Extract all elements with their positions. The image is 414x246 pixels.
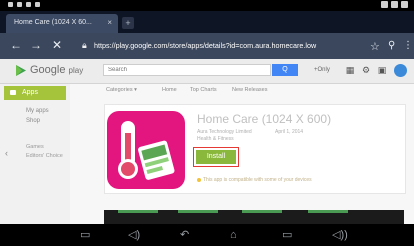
sidebar-item-label: Apps [22, 89, 38, 96]
menu-icon[interactable]: ⋮ [403, 40, 413, 51]
forward-arrow-icon[interactable]: → [30, 38, 42, 52]
browser-toolbar: ← → ✕ 🔒︎ https://play.google.com/store/a… [0, 33, 414, 59]
back-arrow-icon[interactable]: ← [10, 38, 22, 52]
sidebar-sublink-games[interactable]: Games [26, 144, 44, 150]
developer-link[interactable]: Aura Technology Limited [197, 129, 252, 135]
screenshot-thumb[interactable] [118, 210, 158, 213]
home-icon[interactable]: ⌂ [230, 228, 237, 242]
sidebar-sublink-editors-choice[interactable]: Editors' Choice [26, 153, 63, 159]
notification-icon [26, 2, 31, 7]
screenshot-thumb[interactable] [242, 210, 282, 213]
wifi-icon [391, 1, 398, 8]
system-icons [381, 1, 408, 8]
screenshot-strip[interactable] [104, 210, 404, 224]
warning-icon [197, 177, 201, 182]
status-bar [0, 0, 414, 11]
screenshot-thumb[interactable] [308, 210, 348, 213]
thermometer-pill-icon [118, 121, 175, 180]
close-icon[interactable]: ✕ [52, 38, 62, 52]
logo-text: Google [30, 64, 66, 76]
google-play-wordmark[interactable]: Google play [30, 64, 83, 76]
sidebar-link-shop[interactable]: Shop [26, 118, 40, 124]
bluetooth-icon [381, 1, 388, 8]
compatibility-warning: This app is compatible with some of your… [197, 177, 312, 183]
subnav-top-charts[interactable]: Top Charts [190, 87, 217, 93]
search-icon[interactable]: ⚲ [388, 40, 395, 51]
subnav-new-releases[interactable]: New Releases [232, 87, 267, 93]
recents-icon[interactable]: ▭ [282, 228, 292, 242]
google-play-logo-icon[interactable] [16, 65, 26, 76]
lock-icon: 🔒︎ [82, 40, 87, 50]
settings-gear-icon[interactable]: ⚙ [361, 65, 371, 75]
sidebar-item-apps[interactable]: Apps [4, 86, 66, 100]
browser-tab[interactable]: Home Care (1024 X 60... × [6, 14, 118, 33]
app-icon [107, 111, 185, 189]
apps-grid-icon[interactable]: ▦ [345, 65, 355, 75]
warning-text: This app is compatible with some of your… [203, 177, 312, 183]
tab-title: Home Care (1024 X 60... [14, 19, 92, 26]
search-input[interactable] [103, 64, 271, 76]
notification-icon [17, 2, 22, 7]
url-text: https://play.google.com/store/apps/detai… [94, 41, 317, 50]
back-icon[interactable]: ↶ [180, 228, 189, 242]
notification-icon [8, 2, 13, 7]
android-nav-bar: ▭ ◁) ↶ ⌂ ▭ ◁)) [0, 224, 414, 246]
logo-small-text: play [68, 66, 84, 75]
app-title: Home Care (1024 X 600) [197, 112, 332, 126]
avatar[interactable] [394, 64, 407, 77]
battery-icon [401, 1, 408, 8]
volume-up-icon[interactable]: ◁)) [332, 228, 348, 242]
star-icon[interactable]: ☆ [370, 40, 380, 53]
notification-icon [35, 2, 40, 7]
main-content: Categories ▾ Home Top Charts New Release… [70, 84, 414, 224]
install-button[interactable]: Install [196, 150, 236, 164]
omnibox[interactable]: 🔒︎ https://play.google.com/store/apps/de… [80, 37, 368, 55]
chevron-left-icon[interactable]: ‹ [5, 148, 8, 158]
app-details-card: Home Care (1024 X 600) Aura Technology L… [104, 104, 406, 194]
sub-navigation: Categories ▾ Home Top Charts New Release… [70, 84, 414, 97]
browser-tab-strip: Home Care (1024 X 60... × + [0, 11, 414, 33]
volume-down-icon[interactable]: ◁) [128, 228, 140, 242]
user-name-link[interactable]: +Only [314, 67, 330, 73]
subnav-categories[interactable]: Categories ▾ [106, 87, 137, 93]
android-apps-icon [10, 90, 16, 95]
play-header: Google play Q +Only ▦ ⚙ ▣ [0, 59, 414, 84]
new-tab-button[interactable]: + [122, 17, 134, 29]
screenshot-icon[interactable]: ▭ [80, 228, 90, 242]
category-link[interactable]: Health & Fitness [197, 136, 234, 142]
notification-icons [8, 2, 40, 7]
release-date: April 1, 2014 [275, 129, 304, 135]
subnav-home[interactable]: Home [162, 87, 177, 93]
search-button[interactable]: Q [272, 64, 298, 76]
screenshot-thumb[interactable] [178, 210, 218, 213]
sidebar: Apps My apps Shop Games Editors' Choice … [0, 84, 70, 224]
sidebar-link-my-apps[interactable]: My apps [26, 108, 49, 114]
android-screen: Home Care (1024 X 60... × + ← → ✕ 🔒︎ htt… [0, 0, 414, 246]
notifications-icon[interactable]: ▣ [377, 65, 387, 75]
tab-close-icon[interactable]: × [107, 18, 112, 27]
